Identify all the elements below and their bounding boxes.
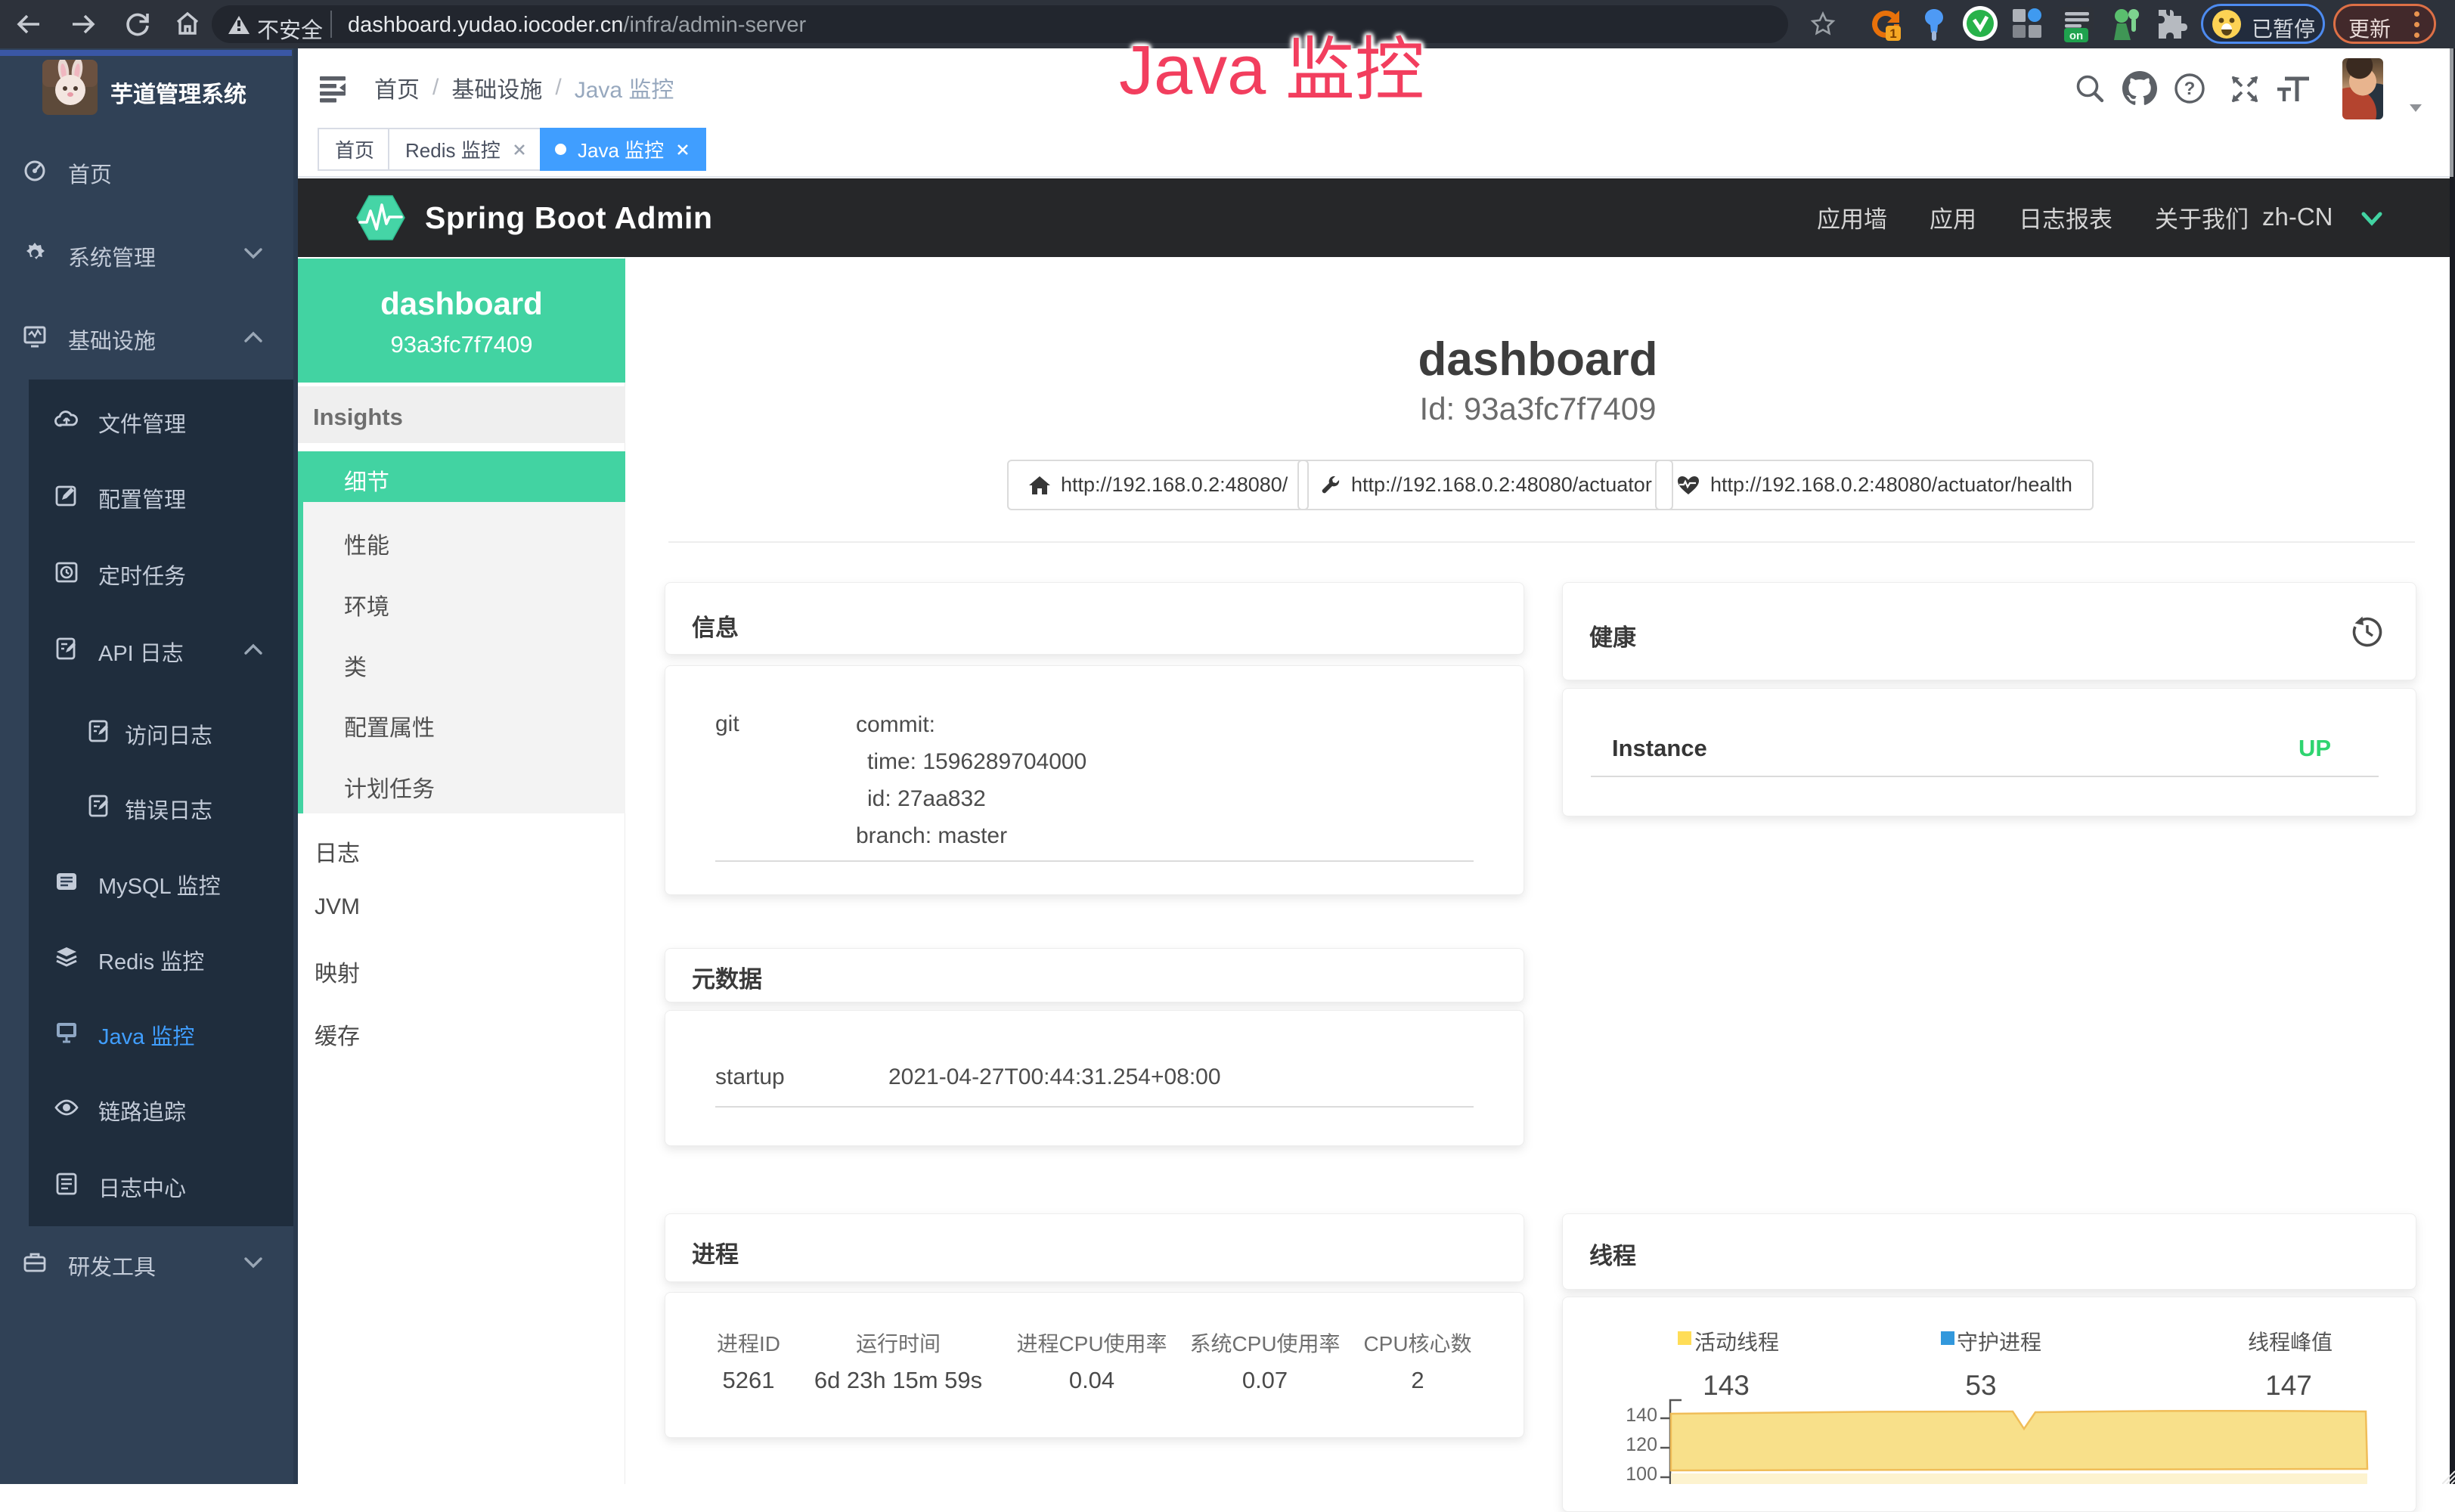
svg-text:1: 1 (1889, 26, 1896, 41)
svg-text:on: on (2069, 29, 2083, 42)
svg-text:?: ? (2184, 79, 2196, 99)
